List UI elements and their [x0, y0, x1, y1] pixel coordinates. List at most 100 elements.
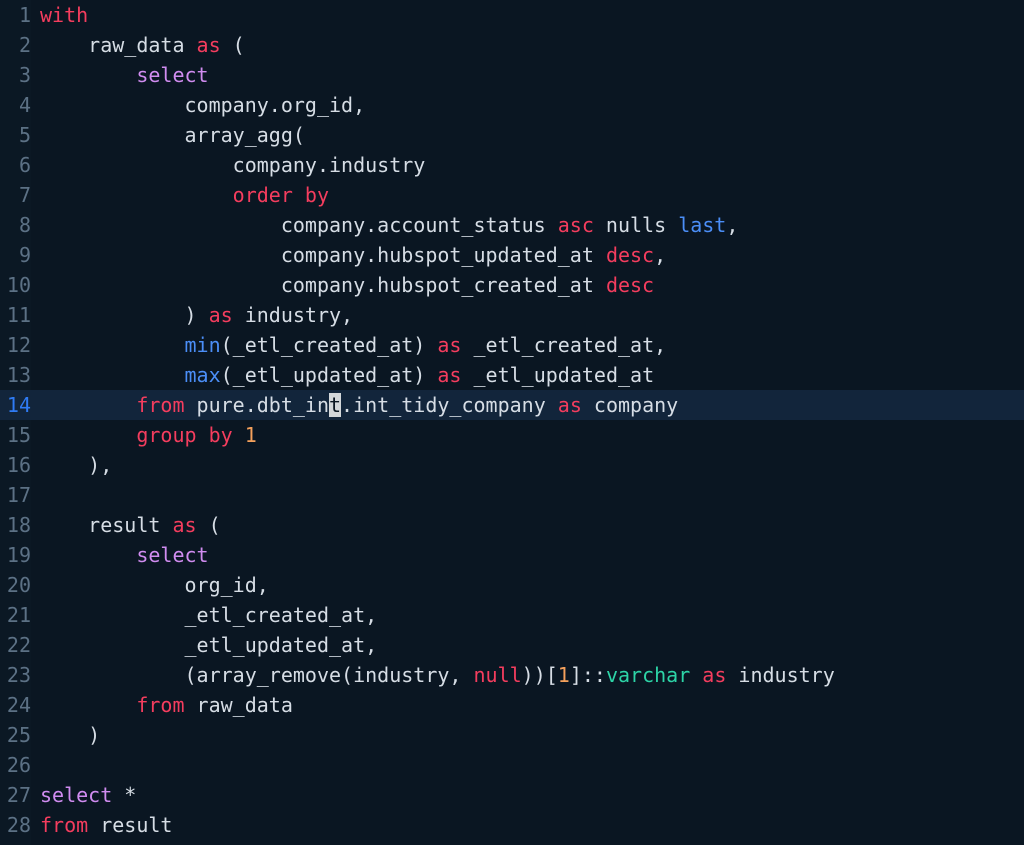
code-line[interactable]: 2 raw_data as (: [0, 30, 1024, 60]
code-token: (array_remove(industry,: [40, 663, 474, 687]
sql-code-editor[interactable]: 1 with 2 raw_data as (3 select 4 company.or…: [0, 0, 1024, 845]
code-line[interactable]: 8 company.account_status asc nulls last,: [0, 210, 1024, 240]
code-line[interactable]: 17: [0, 480, 1024, 510]
code-line-content[interactable]: ) as industry,: [31, 300, 1024, 330]
code-line[interactable]: 12 min(_etl_created_at) as _etl_created_…: [0, 330, 1024, 360]
code-line-content[interactable]: from result: [31, 810, 1024, 840]
code-token: order by: [232, 183, 329, 207]
code-line[interactable]: 23 (array_remove(industry, null))[1]::va…: [0, 660, 1024, 690]
line-number: 15: [6, 423, 31, 447]
code-line-content[interactable]: array_agg(: [31, 120, 1024, 150]
code-line-content[interactable]: company.hubspot_updated_at desc,: [31, 240, 1024, 270]
line-number: 2: [18, 33, 31, 57]
code-token: industry: [726, 663, 835, 687]
text-cursor: t: [329, 393, 342, 417]
code-token: 1: [244, 423, 257, 447]
line-number: 24: [6, 693, 31, 717]
code-line[interactable]: 11 ) as industry,: [0, 300, 1024, 330]
line-number: 8: [18, 213, 31, 237]
code-line[interactable]: 21 _etl_created_at,: [0, 600, 1024, 630]
code-line-content[interactable]: order by: [31, 180, 1024, 210]
code-token: _etl_updated_at: [461, 363, 655, 387]
code-token: max: [184, 363, 221, 387]
code-token: as: [557, 393, 582, 417]
code-line-content[interactable]: select: [31, 60, 1024, 90]
code-line[interactable]: 22 _etl_updated_at,: [0, 630, 1024, 660]
line-number: 9: [18, 243, 31, 267]
code-line[interactable]: 15 group by 1: [0, 420, 1024, 450]
code-line-content[interactable]: select: [31, 540, 1024, 570]
code-line[interactable]: 16 ),: [0, 450, 1024, 480]
code-line-content[interactable]: ): [31, 720, 1024, 750]
code-line-content[interactable]: max(_etl_updated_at) as _etl_updated_at: [31, 360, 1024, 390]
code-token: asc: [557, 213, 594, 237]
line-number: 23: [6, 663, 31, 687]
code-line[interactable]: 9 company.hubspot_updated_at desc,: [0, 240, 1024, 270]
code-line[interactable]: 1 with: [0, 0, 1024, 30]
code-line-content[interactable]: _etl_updated_at,: [31, 630, 1024, 660]
code-line[interactable]: 25 ): [0, 720, 1024, 750]
code-line-content[interactable]: company.org_id,: [31, 90, 1024, 120]
code-line[interactable]: 19 select: [0, 540, 1024, 570]
line-number: 13: [6, 363, 31, 387]
code-token: from: [40, 813, 89, 837]
code-token: ))[: [521, 663, 558, 687]
code-line-content[interactable]: (array_remove(industry, null))[1]::varch…: [31, 660, 1024, 690]
code-token: *: [112, 783, 137, 807]
line-number: 26: [6, 753, 31, 777]
code-line[interactable]: 28 from result: [0, 810, 1024, 840]
code-line[interactable]: 13 max(_etl_updated_at) as _etl_updated_…: [0, 360, 1024, 390]
code-token: ,: [726, 213, 739, 237]
code-line-content[interactable]: from raw_data: [31, 690, 1024, 720]
code-line-content[interactable]: ),: [31, 450, 1024, 480]
line-number: 14: [6, 393, 31, 417]
code-line[interactable]: 14 from pure.dbt_int.int_tidy_company as…: [0, 390, 1024, 420]
code-line-content[interactable]: group by 1: [31, 420, 1024, 450]
code-line-content[interactable]: raw_data as (: [31, 30, 1024, 60]
code-token: company: [581, 393, 679, 417]
code-token: min: [184, 333, 221, 357]
code-lines-container[interactable]: 1 with 2 raw_data as (3 select 4 company.or…: [0, 0, 1024, 840]
code-line-content[interactable]: _etl_created_at,: [31, 600, 1024, 630]
code-token: as: [437, 333, 462, 357]
code-line[interactable]: 3 select: [0, 60, 1024, 90]
code-line[interactable]: 20 org_id,: [0, 570, 1024, 600]
line-number: 28: [6, 813, 31, 837]
code-line[interactable]: 5 array_agg(: [0, 120, 1024, 150]
code-line-content[interactable]: select *: [31, 780, 1024, 810]
line-number: 20: [6, 573, 31, 597]
code-line-content[interactable]: with: [31, 0, 1024, 30]
code-line[interactable]: 10 company.hubspot_created_at desc: [0, 270, 1024, 300]
code-token: company.org_id,: [40, 93, 366, 117]
code-line-content[interactable]: min(_etl_created_at) as _etl_created_at,: [31, 330, 1024, 360]
code-token: as: [208, 303, 233, 327]
code-line[interactable]: 18 result as (: [0, 510, 1024, 540]
code-line[interactable]: 27 select *: [0, 780, 1024, 810]
code-token: company.industry: [40, 153, 426, 177]
code-line-content[interactable]: company.hubspot_created_at desc: [31, 270, 1024, 300]
code-line[interactable]: 26: [0, 750, 1024, 780]
code-line-content[interactable]: result as (: [31, 510, 1024, 540]
code-line-content[interactable]: company.account_status asc nulls last,: [31, 210, 1024, 240]
code-line[interactable]: 4 company.org_id,: [0, 90, 1024, 120]
line-number: 5: [18, 123, 31, 147]
code-line-content[interactable]: from pure.dbt_int.int_tidy_company as co…: [31, 390, 1024, 420]
code-line-content[interactable]: company.industry: [31, 150, 1024, 180]
code-token: from: [136, 693, 185, 717]
line-number: 10: [6, 273, 31, 297]
code-line[interactable]: 6 company.industry: [0, 150, 1024, 180]
code-token: 1: [557, 663, 570, 687]
code-line[interactable]: 7 order by: [0, 180, 1024, 210]
code-line-content[interactable]: org_id,: [31, 570, 1024, 600]
line-number: 27: [6, 783, 31, 807]
code-token: result: [40, 513, 173, 537]
code-line[interactable]: 24 from raw_data: [0, 690, 1024, 720]
